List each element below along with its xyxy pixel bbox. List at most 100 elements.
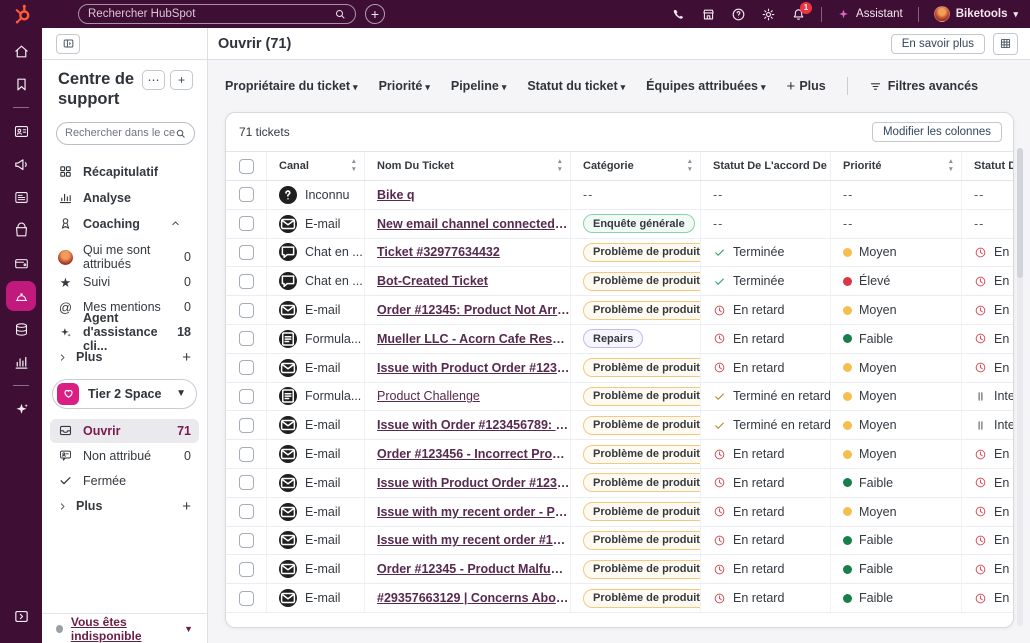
sidebar-nav-récapitulatif[interactable]: Récapitulatif	[42, 159, 207, 185]
ticket-row[interactable]: E-mail Issue with my recent order #12345…	[226, 527, 1013, 556]
ticket-row[interactable]: E-mail Order #12345 - Product Malfunctio…	[226, 555, 1013, 584]
ticket-name-link[interactable]: Ticket #32977634432	[377, 245, 500, 259]
sidebar-search-input[interactable]	[65, 127, 175, 139]
rail-item-crm[interactable]	[6, 116, 36, 146]
hubspot-logo-icon[interactable]	[11, 3, 33, 25]
rail-item-marketing[interactable]	[6, 149, 36, 179]
ticket-name-link[interactable]: Bot-Created Ticket	[377, 274, 488, 288]
ticket-row[interactable]: Inconnu Bike q -- -- -- --	[226, 181, 1013, 210]
row-checkbox[interactable]	[239, 331, 254, 346]
ticket-name-link[interactable]: Order #12345: Product Not Arriving	[377, 303, 570, 317]
sidebar-view-ouvrir[interactable]: Ouvrir71	[50, 419, 199, 443]
sidebar-search[interactable]	[56, 122, 195, 145]
filter--quipes-attribu-es[interactable]: Équipes attribuées▾	[646, 79, 765, 93]
column-header-cat-gorie[interactable]: Catégorie▲▼	[570, 152, 700, 180]
ticket-name-link[interactable]: Issue with Product Order #123456789	[377, 476, 570, 490]
ticket-name-link[interactable]: Mueller LLC - Acorn Cafe Reservatio...	[377, 332, 570, 346]
ticket-name-link[interactable]: Bike q	[377, 188, 415, 202]
edit-columns-button[interactable]: Modifier les colonnes	[872, 122, 1002, 142]
row-checkbox[interactable]	[239, 533, 254, 548]
sidebar-view-fermée[interactable]: Fermée	[50, 469, 199, 493]
vertical-scrollbar[interactable]	[1017, 148, 1023, 626]
advanced-filters-button[interactable]: Filtres avancés	[869, 79, 978, 93]
global-create-button[interactable]: +	[365, 4, 385, 24]
sidebar-stream-item[interactable]: Agent d'assistance cli...18	[42, 320, 207, 345]
sidebar-stream-item[interactable]: ★Suivi0	[42, 270, 207, 295]
scrollbar-thumb[interactable]	[1017, 148, 1023, 278]
ticket-row[interactable]: E-mail Issue with Product Order #1234567…	[226, 354, 1013, 383]
row-checkbox[interactable]	[239, 591, 254, 606]
ticket-name-link[interactable]: Issue with my recent order - Product...	[377, 505, 570, 519]
rail-item-home[interactable]	[6, 36, 36, 66]
ticket-name-link[interactable]: #29357663129 | Concerns About Qual...	[377, 591, 570, 605]
ticket-row[interactable]: Chat en ... Ticket #32977634432 Problème…	[226, 239, 1013, 268]
row-checkbox[interactable]	[239, 187, 254, 202]
notifications-icon[interactable]: 1	[791, 7, 806, 22]
assistant-button[interactable]: Assistant	[837, 8, 903, 21]
global-search-input[interactable]	[88, 8, 334, 20]
ticket-row[interactable]: E-mail #29357663129 | Concerns About Qua…	[226, 584, 1013, 613]
column-header-statut-de[interactable]: Statut De	[961, 152, 1014, 180]
rail-item-content[interactable]	[6, 182, 36, 212]
sidebar-more-streams[interactable]: Plus +	[42, 345, 207, 370]
ticket-name-link[interactable]: Product Challenge	[377, 389, 480, 403]
sidebar-view-non-attribué[interactable]: Non attribué0	[50, 444, 199, 468]
rail-item-payments[interactable]	[6, 248, 36, 278]
rail-item-bookmarks[interactable]	[6, 69, 36, 99]
ticket-name-link[interactable]: Issue with my recent order #123456	[377, 533, 570, 547]
rail-item-data-management[interactable]	[6, 314, 36, 344]
row-checkbox[interactable]	[239, 303, 254, 318]
row-checkbox[interactable]	[239, 418, 254, 433]
column-header-canal[interactable]: Canal▲▼	[266, 152, 364, 180]
column-header-nom-du-ticket[interactable]: Nom Du Ticket▲▼	[364, 152, 570, 180]
row-checkbox[interactable]	[239, 274, 254, 289]
row-checkbox[interactable]	[239, 360, 254, 375]
row-checkbox[interactable]	[239, 389, 254, 404]
collapse-sidebar-button[interactable]	[56, 34, 80, 54]
sort-icon[interactable]: ▲▼	[345, 159, 357, 173]
ticket-row[interactable]: E-mail Order #12345: Product Not Arrivin…	[226, 296, 1013, 325]
add-view-button[interactable]: +	[182, 498, 191, 515]
rail-item-service[interactable]	[6, 281, 36, 311]
row-checkbox[interactable]	[239, 562, 254, 577]
sidebar-more-options-button[interactable]: ⋯	[142, 70, 165, 90]
row-checkbox[interactable]	[239, 245, 254, 260]
rail-item-expand-nav[interactable]	[6, 601, 36, 631]
marketplace-icon[interactable]	[701, 7, 716, 22]
sort-icon[interactable]: ▲▼	[681, 159, 693, 173]
ticket-name-link[interactable]: Issue with Order #123456789: Produ...	[377, 418, 570, 432]
sidebar-nav-analyse[interactable]: Analyse	[42, 185, 207, 211]
ticket-name-link[interactable]: New email channel connected to Hu...	[377, 217, 570, 231]
availability-toggle[interactable]: Vous êtes indisponible	[71, 615, 182, 643]
select-all-checkbox[interactable]	[239, 159, 254, 174]
ticket-row[interactable]: E-mail Order #123456 - Incorrect Product…	[226, 440, 1013, 469]
sidebar-more-views[interactable]: Plus +	[42, 494, 207, 519]
sort-icon[interactable]: ▲▼	[942, 159, 954, 173]
filter-statut-du-ticket[interactable]: Statut du ticket▾	[527, 79, 625, 93]
ticket-row[interactable]: Chat en ... Bot-Created Ticket Problème …	[226, 267, 1013, 296]
calling-icon[interactable]	[671, 7, 686, 22]
rail-item-reporting[interactable]	[6, 347, 36, 377]
ticket-row[interactable]: E-mail Issue with my recent order - Prod…	[226, 498, 1013, 527]
board-view-button[interactable]	[993, 33, 1018, 55]
global-search[interactable]	[78, 4, 356, 24]
add-stream-button[interactable]: +	[182, 349, 191, 366]
ticket-name-link[interactable]: Order #12345 - Product Malfunction	[377, 562, 570, 576]
sidebar-add-button[interactable]: +	[170, 70, 193, 90]
filter-pipeline[interactable]: Pipeline▾	[451, 79, 506, 93]
filter-propri-taire-du-ticket[interactable]: Propriétaire du ticket▾	[225, 79, 358, 93]
learn-more-button[interactable]: En savoir plus	[891, 34, 985, 54]
row-checkbox[interactable]	[239, 504, 254, 519]
ticket-row[interactable]: Formula... Mueller LLC - Acorn Cafe Rese…	[226, 325, 1013, 354]
ticket-row[interactable]: Formula... Product Challenge Problème de…	[226, 383, 1013, 412]
ticket-row[interactable]: E-mail New email channel connected to Hu…	[226, 210, 1013, 239]
filter-priorit-[interactable]: Priorité▾	[379, 79, 430, 93]
sidebar-nav-coaching[interactable]: Coaching	[42, 211, 207, 237]
ticket-row[interactable]: E-mail Issue with Product Order #1234567…	[226, 469, 1013, 498]
row-checkbox[interactable]	[239, 216, 254, 231]
filter-more-button[interactable]: +Plus	[787, 79, 826, 94]
column-header-statut-de-l-accord-de[interactable]: Statut De L'accord De▲▼	[700, 152, 830, 180]
row-checkbox[interactable]	[239, 447, 254, 462]
rail-item-commerce[interactable]	[6, 215, 36, 245]
space-selector-button[interactable]: Tier 2 Space ▼	[52, 379, 197, 409]
